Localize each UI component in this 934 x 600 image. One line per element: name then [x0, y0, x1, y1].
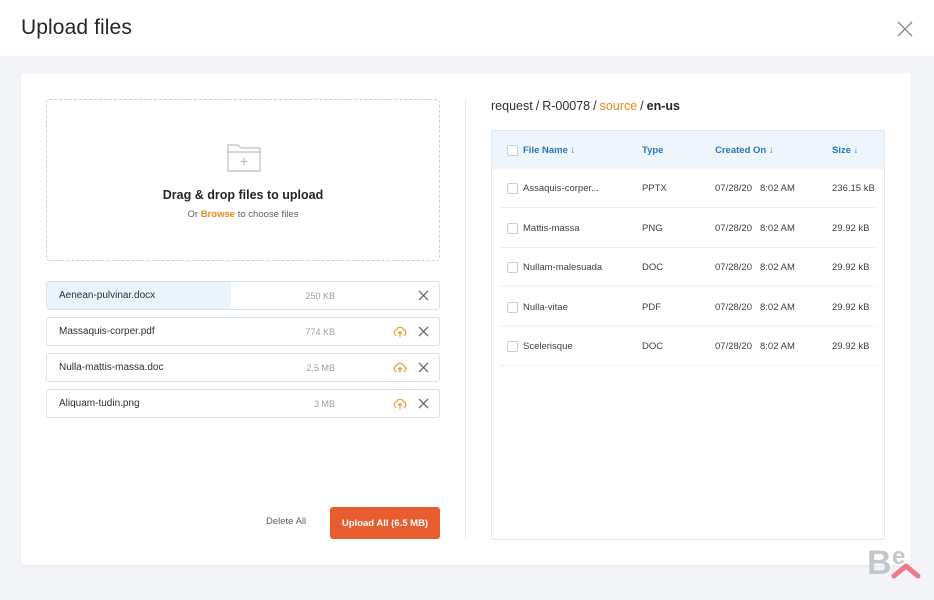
cell-file-name: Nullam-malesuada [523, 262, 603, 273]
browse-link[interactable]: Browse [201, 209, 235, 220]
row-checkbox[interactable] [507, 341, 518, 352]
remove-icon[interactable] [418, 326, 429, 337]
cloud-upload-icon[interactable] [393, 397, 407, 411]
cell-type: PNG [642, 223, 663, 234]
cell-file-name: Assaquis-corper... [523, 183, 600, 194]
cell-size: 236.15 kB [832, 183, 875, 194]
column-header-file-name[interactable]: File Name ↓ [523, 145, 575, 156]
file-item: Nulla-mattis-massa.doc 2.5 MB [46, 353, 440, 382]
cell-size: 29.92 kB [832, 341, 870, 352]
cell-file-name: Mattis-massa [523, 223, 580, 234]
cell-type: PPTX [642, 183, 667, 194]
behance-logo: B e [867, 543, 921, 580]
file-name: Aenean-pulvinar.docx [59, 290, 156, 301]
drop-zone-title: Drag & drop files to upload [162, 188, 324, 202]
cell-time: 8:02 AM [760, 302, 795, 313]
file-name: Aliquam-tudin.png [59, 398, 140, 409]
table-row[interactable]: Assaquis-corper... PPTX 07/28/20 8:02 AM… [500, 169, 878, 208]
table-row[interactable]: Mattis-massa PNG 07/28/20 8:02 AM 29.92 … [500, 209, 878, 248]
breadcrumb: request / R-00078/source / en-us [491, 99, 680, 113]
column-header-size[interactable]: Size ↓ [832, 145, 858, 156]
cell-time: 8:02 AM [760, 341, 795, 352]
file-name: Massaquis-corper.pdf [59, 326, 155, 337]
file-item: Aliquam-tudin.png 3 MB [46, 389, 440, 418]
select-all-checkbox[interactable] [507, 145, 518, 156]
svg-text:B: B [867, 544, 892, 580]
cloud-upload-icon[interactable] [393, 325, 407, 339]
folder-plus-icon [227, 144, 261, 172]
table-row[interactable]: Nulla-vitae PDF 07/28/20 8:02 AM 29.92 k… [500, 288, 878, 327]
column-header-type[interactable]: Type [642, 145, 663, 156]
row-checkbox[interactable] [507, 223, 518, 234]
dialog-title: Upload files [21, 16, 132, 39]
breadcrumb-item-request[interactable]: request [491, 99, 533, 113]
file-size: 774 KB [305, 327, 335, 337]
drop-zone-subtitle: Or Browse to choose files [47, 209, 439, 220]
cell-date: 07/28/20 [715, 183, 752, 194]
remove-icon[interactable] [418, 398, 429, 409]
row-checkbox[interactable] [507, 262, 518, 273]
cell-size: 29.92 kB [832, 223, 870, 234]
file-item: Aenean-pulvinar.docx 250 KB [46, 281, 440, 310]
delete-all-button[interactable]: Delete All [266, 516, 306, 527]
row-checkbox[interactable] [507, 302, 518, 313]
drop-zone[interactable]: Drag & drop files to upload Or Browse to… [46, 99, 440, 261]
cell-file-name: Nulla-vitae [523, 302, 568, 313]
breadcrumb-item-current: en-us [646, 99, 680, 113]
drop-zone-sub-suffix: to choose files [237, 209, 299, 220]
cell-date: 07/28/20 [715, 262, 752, 273]
cell-date: 07/28/20 [715, 302, 752, 313]
cell-type: DOC [642, 341, 664, 352]
column-divider [465, 99, 466, 539]
file-size: 250 KB [305, 291, 335, 301]
file-table: File Name ↓ Type Created On ↓ Size ↓ Ass… [491, 130, 885, 540]
remove-icon[interactable] [418, 290, 429, 301]
breadcrumb-item-source[interactable]: source [600, 99, 638, 113]
cell-time: 8:02 AM [760, 183, 795, 194]
cell-file-name: Scelerisque [523, 341, 573, 352]
dialog-header: Upload files [0, 0, 934, 56]
table-row[interactable]: Nullam-malesuada DOC 07/28/20 8:02 AM 29… [500, 248, 878, 287]
drop-zone-sub-prefix: Or [187, 209, 199, 220]
file-item: Massaquis-corper.pdf 774 KB [46, 317, 440, 346]
file-size: 2.5 MB [306, 363, 335, 373]
table-row[interactable]: Scelerisque DOC 07/28/20 8:02 AM 29.92 k… [500, 327, 878, 366]
table-header: File Name ↓ Type Created On ↓ Size ↓ [492, 131, 884, 169]
file-size: 3 MB [313, 399, 335, 409]
cell-type: PDF [642, 302, 661, 313]
row-checkbox[interactable] [507, 183, 518, 194]
breadcrumb-item-request-id[interactable]: R-00078 [542, 99, 590, 113]
file-name: Nulla-mattis-massa.doc [59, 362, 164, 373]
cell-time: 8:02 AM [760, 262, 795, 273]
column-header-created-on[interactable]: Created On ↓ [715, 145, 774, 156]
upload-all-button[interactable]: Upload All (6.5 MB) [330, 507, 440, 539]
cell-type: DOC [642, 262, 664, 273]
cell-date: 07/28/20 [715, 223, 752, 234]
cell-time: 8:02 AM [760, 223, 795, 234]
close-icon[interactable] [895, 19, 915, 39]
cell-size: 29.92 kB [832, 302, 870, 313]
cell-size: 29.92 kB [832, 262, 870, 273]
cell-date: 07/28/20 [715, 341, 752, 352]
remove-icon[interactable] [418, 362, 429, 373]
cloud-upload-icon[interactable] [393, 361, 407, 375]
